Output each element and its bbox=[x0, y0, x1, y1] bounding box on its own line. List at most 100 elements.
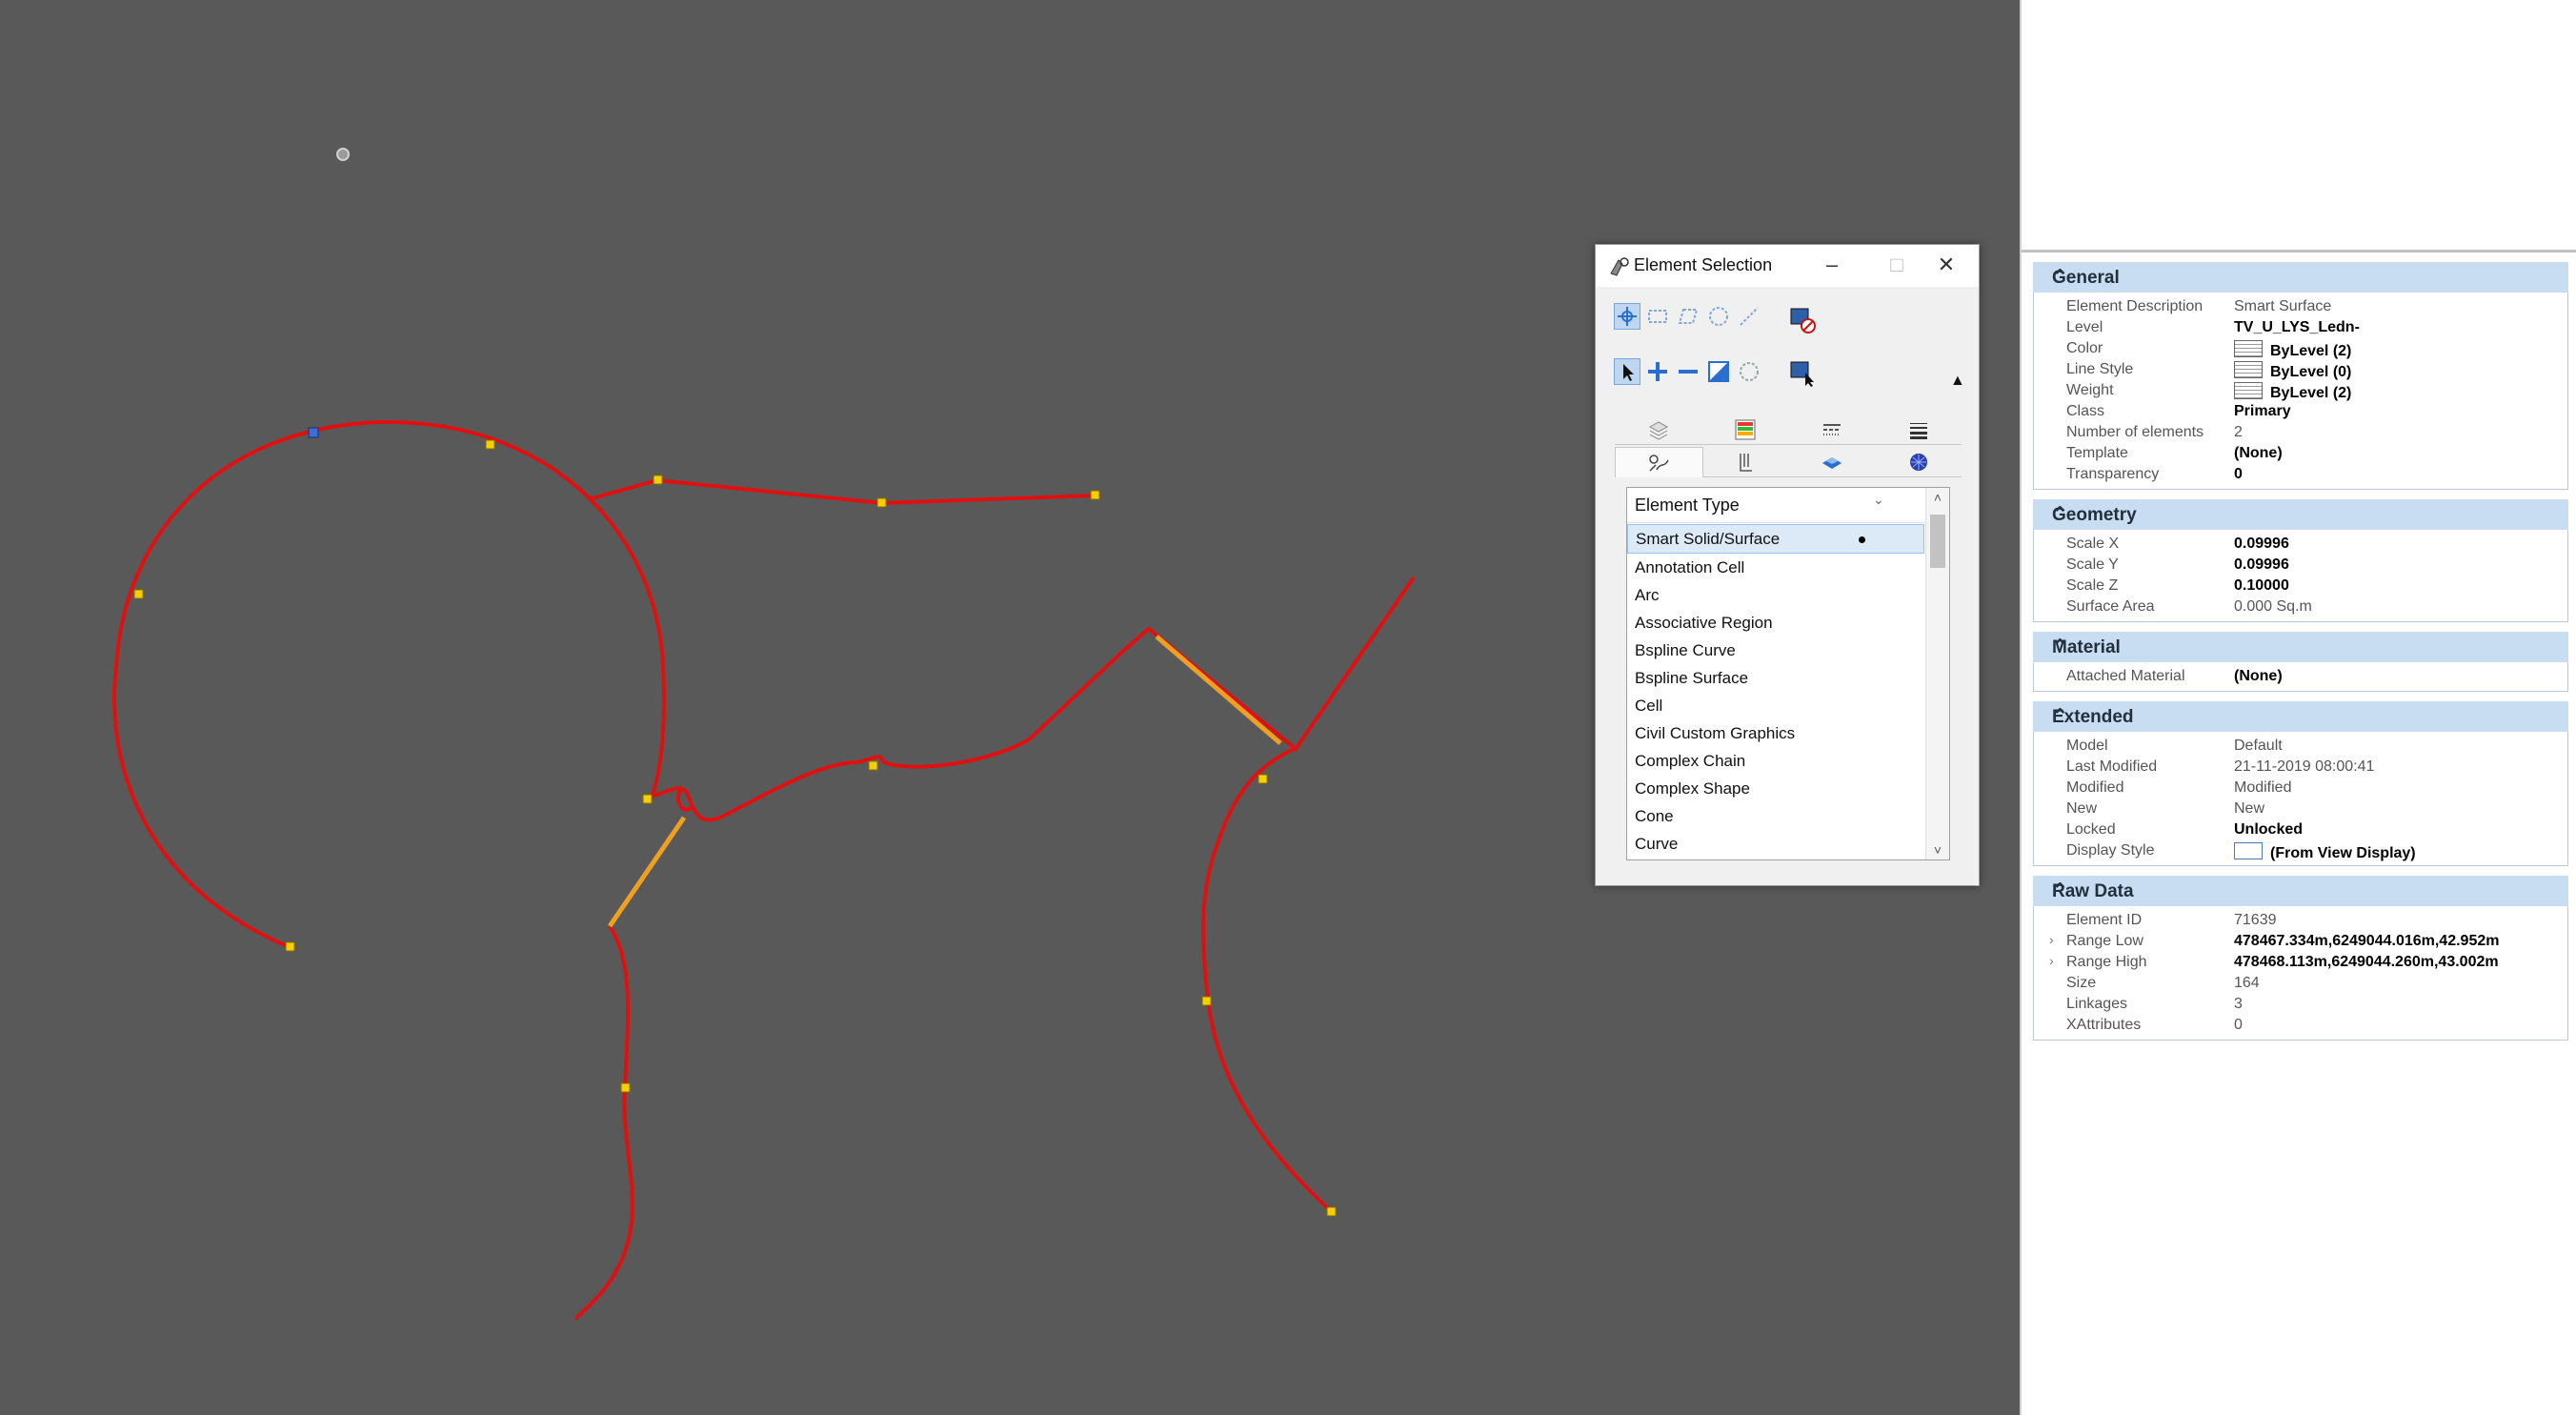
section-body-material: Attached Material (None) bbox=[2033, 662, 2568, 692]
line-method-icon[interactable] bbox=[1737, 304, 1761, 329]
scroll-down-icon[interactable]: ˅ bbox=[1926, 842, 1949, 858]
chevron-up-icon[interactable]: ⌃ bbox=[2052, 502, 2559, 526]
property-row[interactable]: Color ByLevel (2) bbox=[2034, 338, 2567, 359]
list-item[interactable]: Cone bbox=[1627, 802, 1924, 830]
chevron-down-icon[interactable]: ⌄ bbox=[1873, 492, 1884, 508]
section-header-raw-data[interactable]: Raw Data ⌃ bbox=[2033, 876, 2568, 906]
tab-line-weights[interactable] bbox=[1875, 414, 1962, 445]
block-method-icon[interactable] bbox=[1645, 304, 1670, 329]
chevron-up-icon[interactable]: ⌃ bbox=[2052, 265, 2559, 289]
property-row: XAttributes 0 bbox=[2034, 1015, 2567, 1036]
selected-vertex-marker bbox=[308, 427, 319, 438]
property-value: ByLevel (2) bbox=[2270, 343, 2352, 359]
properties-top-area bbox=[2022, 0, 2576, 253]
tab-classes[interactable] bbox=[1702, 447, 1789, 477]
curve-right[interactable] bbox=[1201, 747, 1334, 1214]
arc-element[interactable] bbox=[112, 419, 666, 949]
tab-templates[interactable] bbox=[1789, 447, 1876, 477]
list-item[interactable]: Civil Custom Graphics bbox=[1627, 719, 1924, 747]
attribute-tabs-row1 bbox=[1615, 414, 1962, 445]
list-item[interactable]: Complex Shape bbox=[1627, 775, 1924, 802]
section-header-material[interactable]: Material ⌃ bbox=[2033, 632, 2568, 662]
property-row: Element ID 71639 bbox=[2034, 910, 2567, 931]
dialog-titlebar[interactable]: Element Selection – □ ✕ bbox=[1596, 245, 1979, 287]
list-item[interactable]: Bspline Curve bbox=[1627, 637, 1924, 664]
property-value-wrap: (From View Display) bbox=[2234, 842, 2416, 862]
list-item[interactable]: Curve bbox=[1627, 830, 1924, 858]
property-row[interactable]: Level TV_U_LYS_Ledn- bbox=[2034, 317, 2567, 338]
line-string-top[interactable] bbox=[588, 477, 1097, 506]
property-row[interactable]: Scale Z 0.10000 bbox=[2034, 576, 2567, 596]
tab-colors[interactable] bbox=[1701, 414, 1788, 445]
property-row[interactable]: › Range High 478468.113m,6249044.260m,43.0… bbox=[2034, 952, 2567, 973]
section-header-general[interactable]: General ⌃ bbox=[2033, 262, 2568, 293]
segment-left[interactable] bbox=[607, 816, 687, 928]
property-row[interactable]: › Range Low 478467.334m,6249044.016m,42.95… bbox=[2034, 931, 2567, 952]
list-item[interactable]: Annotation Cell bbox=[1627, 554, 1924, 581]
list-item[interactable]: Smart Solid/Surface bbox=[1627, 524, 1924, 554]
property-label: Class bbox=[2066, 403, 2105, 419]
list-item[interactable]: Cell bbox=[1627, 692, 1924, 719]
property-row[interactable]: Template (None) bbox=[2034, 443, 2567, 464]
section-material: Material ⌃ Attached Material (None) bbox=[2033, 632, 2568, 692]
line-weight-icon bbox=[1909, 422, 1927, 439]
property-row[interactable]: Locked Unlocked bbox=[2034, 819, 2567, 840]
add-mode-icon[interactable] bbox=[1645, 359, 1670, 384]
list-header[interactable]: Element Type ⌄ bbox=[1627, 488, 1949, 523]
view-origin-marker bbox=[336, 148, 350, 161]
property-value: 2 bbox=[2234, 424, 2243, 440]
property-row[interactable]: Class Primary bbox=[2034, 401, 2567, 422]
scrollbar-thumb[interactable] bbox=[1930, 515, 1945, 568]
list-header-label: Element Type bbox=[1635, 495, 1740, 515]
chevron-up-icon[interactable]: ⌃ bbox=[2052, 635, 2559, 658]
chevron-up-icon[interactable]: ⌃ bbox=[2052, 704, 2559, 728]
section-header-geometry[interactable]: Geometry ⌃ bbox=[2033, 499, 2568, 530]
element-selection-dialog[interactable]: Element Selection – □ ✕ ▲ Element Type ⌄… bbox=[1595, 244, 1980, 886]
subtract-mode-icon[interactable] bbox=[1676, 359, 1701, 384]
close-button[interactable]: ✕ bbox=[1927, 251, 1965, 279]
complex-chain-center[interactable] bbox=[649, 576, 1416, 822]
property-row: Surface Area 0.000 Sq.m bbox=[2034, 596, 2567, 617]
curve-left-lower[interactable] bbox=[574, 924, 634, 1321]
property-value: 0 bbox=[2234, 1017, 2243, 1033]
list-item-label: Cell bbox=[1635, 697, 1663, 715]
list-item[interactable]: Complex Chain bbox=[1627, 747, 1924, 775]
individual-method-icon[interactable] bbox=[1614, 303, 1640, 330]
scroll-up-icon[interactable]: ˄ bbox=[1926, 490, 1949, 505]
list-item-label: Arc bbox=[1635, 586, 1660, 604]
property-value: 164 bbox=[2234, 975, 2260, 991]
chevron-right-icon[interactable]: › bbox=[2049, 953, 2054, 968]
invert-mode-icon[interactable] bbox=[1706, 359, 1731, 384]
list-item[interactable]: Arc bbox=[1627, 581, 1924, 609]
property-row[interactable]: Scale X 0.09996 bbox=[2034, 534, 2567, 555]
circle-method-icon[interactable] bbox=[1706, 304, 1731, 329]
property-row[interactable]: Transparency 0 bbox=[2034, 464, 2567, 485]
section-header-extended[interactable]: Extended ⌃ bbox=[2033, 701, 2568, 732]
property-row[interactable]: Line Style ByLevel (0) bbox=[2034, 359, 2567, 380]
property-row[interactable]: Attached Material (None) bbox=[2034, 666, 2567, 687]
collapse-arrow-icon[interactable]: ▲ bbox=[1950, 373, 1965, 390]
select-all-icon[interactable] bbox=[1788, 359, 1814, 387]
minimize-button[interactable]: – bbox=[1813, 251, 1851, 279]
property-row[interactable]: Display Style (From View Display) bbox=[2034, 840, 2567, 861]
chevron-up-icon[interactable]: ⌃ bbox=[2052, 879, 2559, 902]
tab-line-styles[interactable] bbox=[1788, 414, 1875, 445]
maximize-button[interactable]: □ bbox=[1878, 251, 1916, 279]
property-label: Display Style bbox=[2066, 842, 2155, 859]
list-item[interactable]: Bspline Surface bbox=[1627, 664, 1924, 692]
list-scrollbar[interactable]: ˄ ˅ bbox=[1925, 488, 1949, 859]
segment-right[interactable] bbox=[1155, 635, 1282, 745]
tab-materials[interactable] bbox=[1875, 447, 1962, 477]
shape-method-icon[interactable] bbox=[1676, 304, 1701, 329]
property-row[interactable]: Scale Y 0.09996 bbox=[2034, 555, 2567, 576]
chevron-right-icon[interactable]: › bbox=[2049, 932, 2054, 947]
tab-levels[interactable] bbox=[1615, 414, 1701, 445]
clear-mode-icon[interactable] bbox=[1737, 359, 1761, 384]
property-row[interactable]: Weight ByLevel (2) bbox=[2034, 380, 2567, 401]
list-item[interactable]: Associative Region bbox=[1627, 609, 1924, 637]
clear-selection-icon[interactable] bbox=[1788, 306, 1816, 334]
vertex-marker bbox=[485, 439, 495, 450]
new-mode-icon[interactable] bbox=[1614, 358, 1640, 385]
element-type-list[interactable]: Element Type ⌄ Smart Solid/Surface Annot… bbox=[1626, 487, 1950, 860]
tab-element-types[interactable] bbox=[1615, 447, 1703, 477]
